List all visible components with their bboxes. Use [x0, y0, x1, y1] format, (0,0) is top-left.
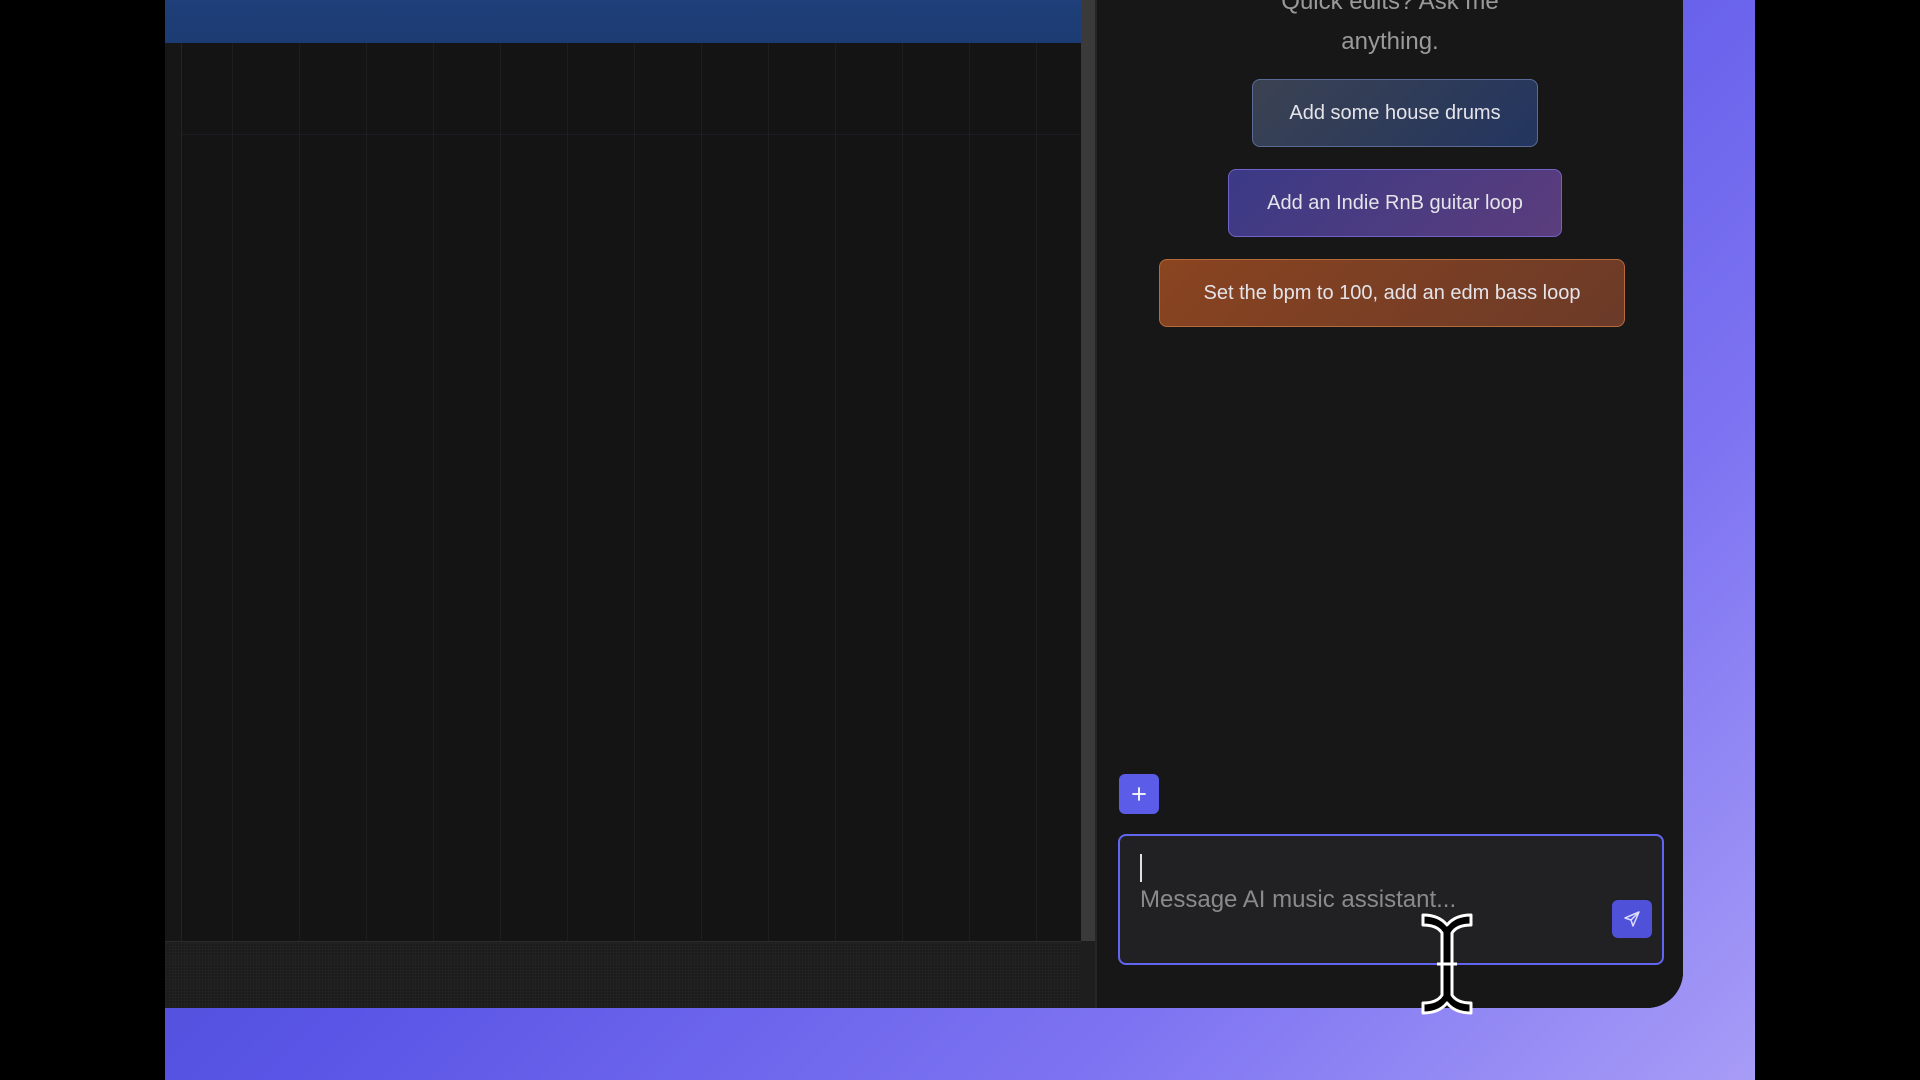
suggestion-guitar-loop[interactable]: Add an Indie RnB guitar loop [1228, 169, 1562, 237]
grid-row-divider [165, 134, 1081, 135]
scrollbar-corner [1081, 941, 1095, 1008]
message-input-box[interactable] [1118, 834, 1664, 965]
suggestion-label: Add some house drums [1289, 101, 1501, 124]
send-button[interactable] [1612, 900, 1652, 938]
track-header-band[interactable] [165, 0, 1081, 43]
app-window: Quick edits? Ask me anything. Add some h… [165, 0, 1683, 1008]
message-input[interactable] [1120, 836, 1662, 963]
send-icon [1624, 911, 1640, 927]
ai-assistant-panel: Quick edits? Ask me anything. Add some h… [1097, 0, 1683, 1008]
arrangement-view [165, 0, 1081, 1008]
plus-icon [1132, 787, 1146, 801]
text-caret [1140, 854, 1142, 882]
text-cursor-icon [1421, 913, 1473, 1015]
arrangement-bottom-bar [165, 941, 1081, 1008]
vertical-scrollbar[interactable] [1081, 0, 1095, 941]
timeline-grid[interactable] [165, 43, 1081, 941]
assistant-intro-line1: Quick edits? Ask me [1281, 0, 1499, 15]
assistant-intro: Quick edits? Ask me anything. [1097, 0, 1683, 62]
desktop-background: Quick edits? Ask me anything. Add some h… [165, 0, 1755, 1080]
track-gutter [165, 43, 182, 941]
suggestion-bpm-bass-loop[interactable]: Set the bpm to 100, add an edm bass loop [1159, 259, 1625, 327]
add-attachment-button[interactable] [1119, 774, 1159, 814]
suggestion-label: Set the bpm to 100, add an edm bass loop [1203, 281, 1581, 304]
assistant-intro-line2: anything. [1341, 28, 1439, 55]
suggestion-house-drums[interactable]: Add some house drums [1252, 79, 1538, 147]
suggestion-label: Add an Indie RnB guitar loop [1267, 191, 1523, 214]
